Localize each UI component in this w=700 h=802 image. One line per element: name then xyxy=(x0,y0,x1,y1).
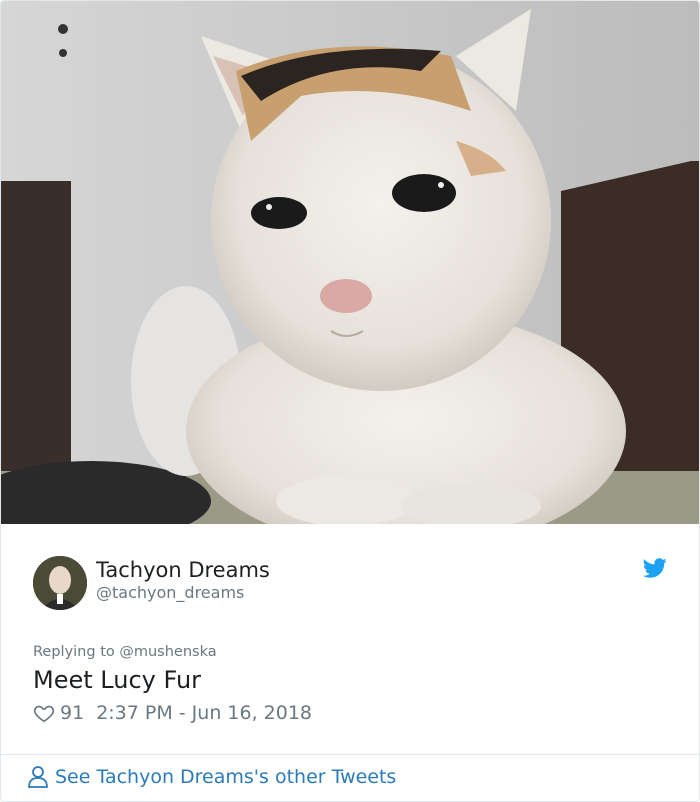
embedded-tweet-card: Tachyon Dreams @tachyon_dreams Replying … xyxy=(0,0,700,802)
avatar[interactable] xyxy=(33,556,87,610)
profile-photo-icon xyxy=(33,556,87,610)
person-icon xyxy=(28,766,48,788)
see-other-tweets-link[interactable]: See Tachyon Dreams's other Tweets xyxy=(27,765,396,789)
footer-divider xyxy=(1,754,699,755)
twitter-bird-icon[interactable] xyxy=(643,556,667,580)
tweet-header: Tachyon Dreams @tachyon_dreams xyxy=(33,556,673,612)
author-name[interactable]: Tachyon Dreams xyxy=(96,558,270,582)
tweet-text: Meet Lucy Fur xyxy=(33,666,202,694)
replying-to: Replying to @mushenska xyxy=(33,644,217,660)
tweet-photo[interactable] xyxy=(1,1,699,524)
see-other-tweets-label: See Tachyon Dreams's other Tweets xyxy=(55,766,397,788)
replying-to-handle[interactable]: @mushenska xyxy=(119,644,216,660)
tweet-meta: 91 2:37 PM - Jun 16, 2018 xyxy=(33,702,312,724)
cat-photo-icon xyxy=(1,1,699,524)
heart-icon[interactable] xyxy=(33,702,55,724)
replying-to-prefix: Replying to xyxy=(33,644,120,660)
author-handle[interactable]: @tachyon_dreams xyxy=(96,583,244,602)
like-count[interactable]: 91 xyxy=(60,702,84,724)
tweet-timestamp[interactable]: 2:37 PM - Jun 16, 2018 xyxy=(96,702,312,724)
